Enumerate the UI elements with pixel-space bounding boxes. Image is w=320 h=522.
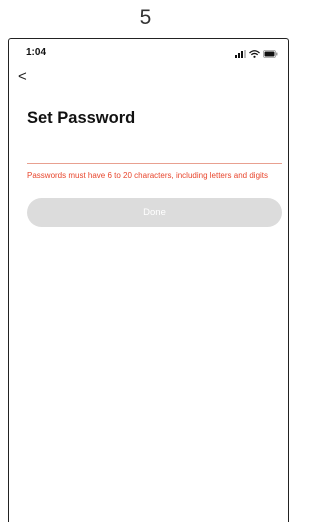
back-chevron-icon[interactable]: < <box>18 69 34 85</box>
done-button[interactable]: Done <box>27 198 282 227</box>
wifi-icon <box>249 50 260 58</box>
status-time: 1:04 <box>26 47 47 58</box>
signal-icon <box>235 50 246 58</box>
page-root: 5 1:04 < Set Password Passwords must hav… <box>0 0 291 522</box>
battery-icon <box>263 50 278 58</box>
page-title: Set Password <box>27 109 136 127</box>
status-icons <box>235 50 278 58</box>
phone-frame: 1:04 < Set Password Passwords must have … <box>8 38 289 522</box>
password-error-message: Passwords must have 6 to 20 characters, … <box>27 171 269 180</box>
password-input[interactable] <box>27 147 282 164</box>
status-bar: 1:04 <box>9 47 288 63</box>
page-number-caption: 5 <box>139 6 152 29</box>
